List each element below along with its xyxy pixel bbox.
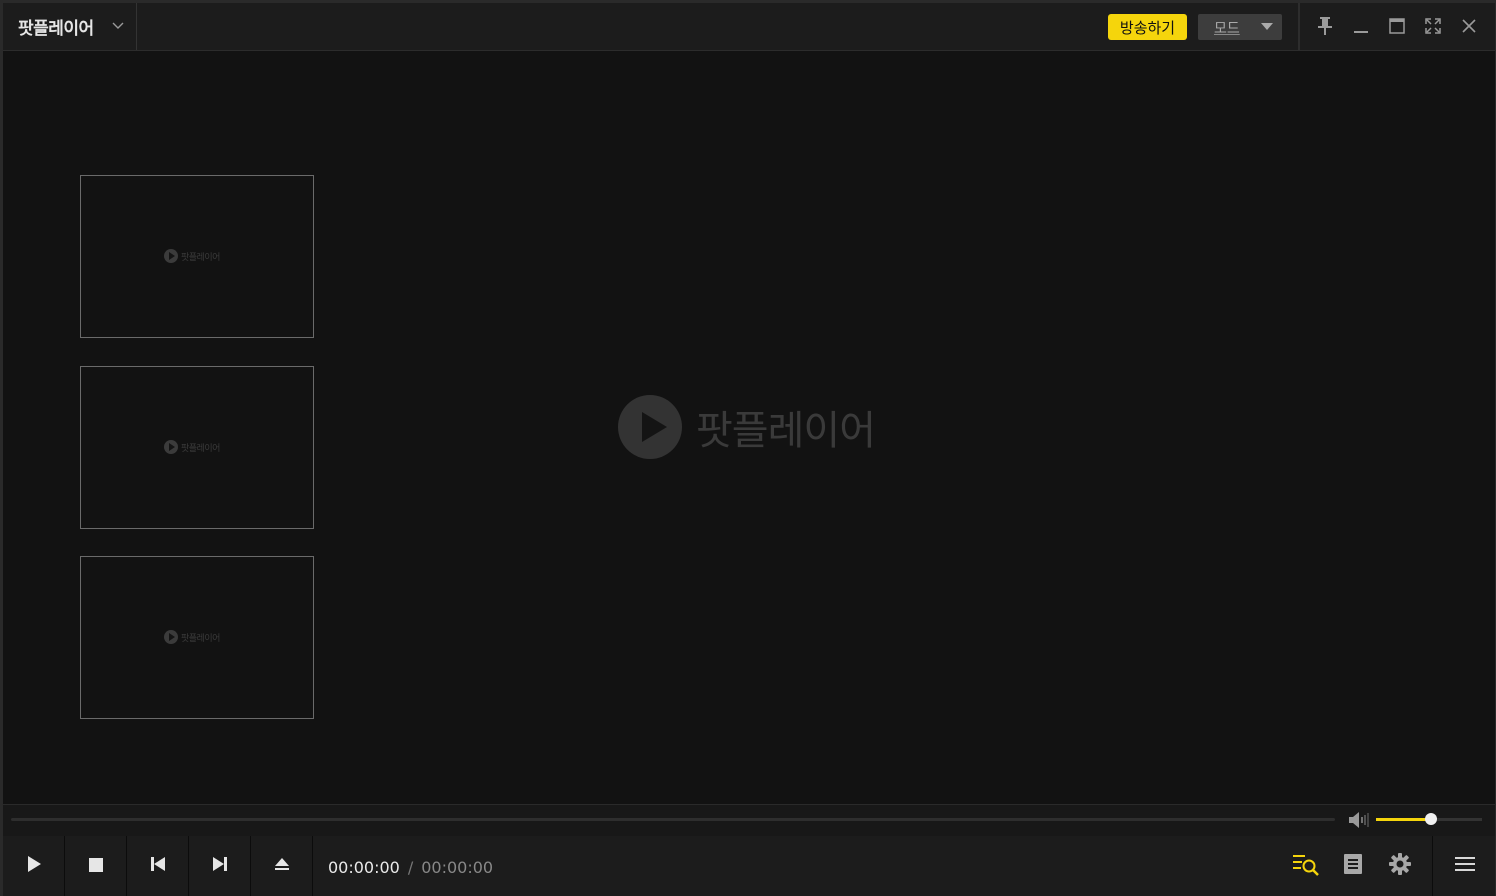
thumbnail-logo-text: 팟플레이어 (181, 443, 220, 454)
seek-bar[interactable] (11, 818, 1335, 821)
thumbnail-preview[interactable]: 팟플레이어 (80, 175, 314, 338)
playlist-search-button[interactable] (1290, 850, 1322, 882)
control-bar: 00:00:00 / 00:00:00 (3, 836, 1495, 896)
notes-icon (1343, 853, 1363, 879)
dropdown-arrow-icon (1261, 23, 1273, 30)
center-logo-text: 팟플레이어 (696, 408, 876, 454)
previous-icon (150, 856, 166, 876)
next-icon (212, 856, 228, 876)
thumbnail-preview[interactable]: 팟플레이어 (80, 366, 314, 529)
previous-button[interactable] (127, 836, 189, 896)
mode-label: 모드 (1214, 21, 1240, 37)
speaker-icon[interactable] (1348, 811, 1370, 829)
thumbnail-logo-text: 팟플레이어 (181, 633, 220, 644)
play-logo-icon (164, 440, 178, 454)
volume-slider[interactable] (1376, 813, 1482, 825)
settings-button[interactable] (1384, 850, 1416, 882)
video-area[interactable]: 팟플레이어 팟플레이어 팟플레이어 팟플레이어 (3, 51, 1495, 803)
pin-icon[interactable] (1313, 14, 1337, 38)
minimize-icon[interactable] (1349, 14, 1373, 38)
volume-knob[interactable] (1425, 813, 1438, 825)
play-button[interactable] (3, 836, 65, 896)
playlist-search-icon (1291, 851, 1321, 881)
thumbnail-logo: 팟플레이어 (164, 630, 220, 644)
stop-icon (88, 857, 103, 876)
titlebar-divider (1298, 3, 1300, 50)
notes-button[interactable] (1337, 850, 1369, 882)
seek-bar-row (3, 804, 1495, 836)
thumbnail-logo: 팟플레이어 (164, 440, 220, 454)
thumbnail-logo-text: 팟플레이어 (181, 252, 220, 263)
stop-button[interactable] (65, 836, 127, 896)
app-menu-button[interactable]: 팟플레이어 (3, 3, 137, 50)
play-icon (26, 855, 42, 877)
fullscreen-icon[interactable] (1421, 14, 1445, 38)
total-time: 00:00:00 (421, 858, 494, 877)
hamburger-menu-icon (1455, 856, 1475, 876)
title-bar: 팟플레이어 방송하기 모드 (3, 3, 1495, 51)
app-name: 팟플레이어 (18, 19, 94, 39)
broadcast-button[interactable]: 방송하기 (1108, 14, 1187, 40)
next-button[interactable] (189, 836, 251, 896)
maximize-icon[interactable] (1385, 14, 1409, 38)
play-logo-icon (164, 249, 178, 263)
volume-level (1376, 818, 1432, 821)
close-icon[interactable] (1457, 14, 1481, 38)
main-menu-button[interactable] (1449, 850, 1481, 882)
mode-dropdown[interactable]: 모드 (1198, 14, 1282, 40)
chevron-down-icon (112, 17, 124, 39)
current-time: 00:00:00 (328, 858, 400, 877)
time-display: 00:00:00 / 00:00:00 (328, 858, 493, 877)
center-logo: 팟플레이어 (618, 395, 876, 459)
play-logo-icon (618, 395, 682, 459)
gear-icon (1388, 852, 1412, 880)
play-logo-icon (164, 630, 178, 644)
thumbnail-logo: 팟플레이어 (164, 249, 220, 263)
thumbnail-preview[interactable]: 팟플레이어 (80, 556, 314, 719)
time-separator: / (407, 858, 414, 877)
control-divider (1432, 836, 1433, 896)
eject-button[interactable] (251, 836, 313, 896)
eject-icon (274, 856, 290, 876)
